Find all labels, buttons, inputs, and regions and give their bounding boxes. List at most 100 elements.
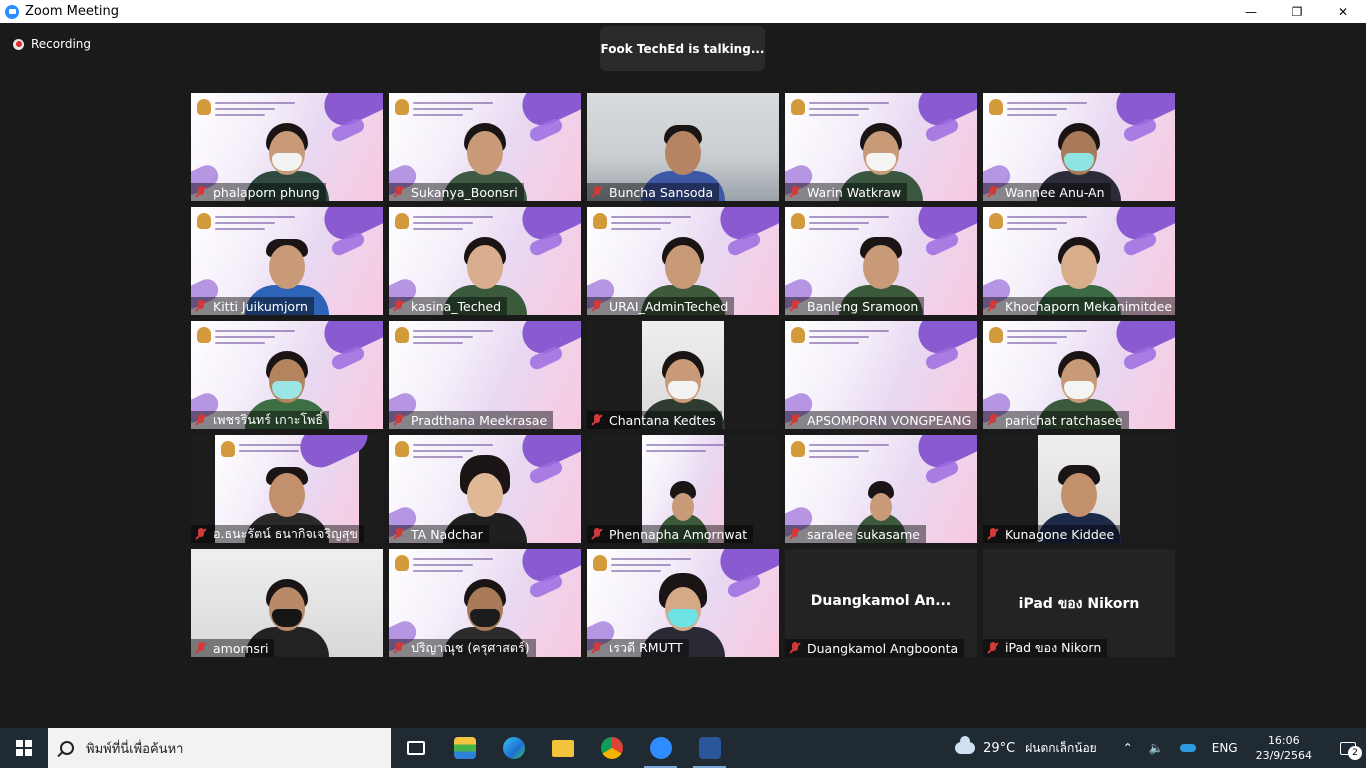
temperature: 29°C: [983, 740, 1016, 756]
participant-tile[interactable]: เพชรรินทร์ เกาะโพธิ์: [191, 321, 383, 429]
participant-tile[interactable]: Buncha Sansoda: [587, 93, 779, 201]
mic-muted-icon: [987, 414, 999, 426]
participant-name: iPad ของ Nikorn: [1005, 640, 1102, 655]
participant-name-bar: Kunagone Kiddee: [983, 525, 1121, 543]
participant-tile[interactable]: parichat ratchasee: [983, 321, 1175, 429]
clock[interactable]: 16:06 23/9/2564: [1256, 733, 1312, 763]
participant-name: Kitti Juikumjorn: [213, 298, 308, 314]
mic-muted-icon: [987, 186, 999, 198]
participant-name: URAI_AdminTeched: [609, 298, 729, 314]
participant-tile[interactable]: Duangkamol An... Duangkamol Angboonta: [785, 549, 977, 657]
participant-name: Buncha Sansoda: [609, 184, 714, 200]
close-button[interactable]: ✕: [1320, 0, 1366, 23]
notification-badge: 2: [1348, 746, 1362, 760]
mic-muted-icon: [987, 642, 999, 654]
taskbar-app-file-explorer[interactable]: [538, 728, 587, 768]
participant-tile[interactable]: Banleng Sramoon: [785, 207, 977, 315]
participant-tile[interactable]: iPad ของ Nikorn iPad ของ Nikorn: [983, 549, 1175, 657]
talking-banner: Fook TechEd is talking...: [600, 26, 765, 71]
weather-condition: ฝนตกเล็กน้อย: [1025, 740, 1097, 755]
participant-name: Sukanya_Boonsri: [411, 184, 518, 200]
participant-tile[interactable]: Wannee Anu-An: [983, 93, 1175, 201]
participant-tile[interactable]: Khochaporn Mekanimitdee: [983, 207, 1175, 315]
taskbar-app-edge[interactable]: [489, 728, 538, 768]
word-icon: [698, 737, 721, 759]
mic-muted-icon: [789, 414, 801, 426]
mic-muted-icon: [195, 414, 207, 426]
mic-muted-icon: [987, 528, 999, 540]
notification-center-button[interactable]: 2: [1330, 728, 1366, 768]
participant-tile[interactable]: Chantana Kedtes: [587, 321, 779, 429]
participant-tile[interactable]: amornsri: [191, 549, 383, 657]
taskbar-app-zoom[interactable]: [636, 728, 685, 768]
participant-name-bar: Sukanya_Boonsri: [389, 183, 524, 201]
participant-name: Banleng Sramoon: [807, 298, 919, 314]
participant-name-bar: Wannee Anu-An: [983, 183, 1111, 201]
taskbar-search[interactable]: พิมพ์ที่นี่เพื่อค้นหา: [48, 728, 391, 768]
participant-name-bar: TA Nadchar: [389, 525, 489, 543]
participant-display-name: iPad ของ Nikorn: [1018, 596, 1140, 612]
task-view-button[interactable]: [391, 728, 440, 768]
window-controls: — ❐ ✕: [1228, 0, 1366, 23]
participant-name: amornsri: [213, 640, 269, 656]
participant-tile[interactable]: Pradthana Meekrasae: [389, 321, 581, 429]
participant-tile[interactable]: URAI_AdminTeched: [587, 207, 779, 315]
participant-tile[interactable]: Sukanya_Boonsri: [389, 93, 581, 201]
taskbar-app-layers[interactable]: [440, 728, 489, 768]
participant-tile[interactable]: Kitti Juikumjorn: [191, 207, 383, 315]
participant-tile[interactable]: Phennapha Amornwat: [587, 435, 779, 543]
participant-tile[interactable]: ปริญาณุช (ครุศาสตร์): [389, 549, 581, 657]
language-indicator[interactable]: ENG: [1212, 741, 1238, 755]
participant-tile[interactable]: เรวดี RMUTT: [587, 549, 779, 657]
maximize-button[interactable]: ❐: [1274, 0, 1320, 23]
participant-name-bar: Kitti Juikumjorn: [191, 297, 314, 315]
recording-indicator[interactable]: Recording: [13, 37, 91, 51]
speaker-icon[interactable]: 🔈: [1149, 741, 1164, 755]
window-title: Zoom Meeting: [25, 4, 120, 19]
windows-logo-icon: [16, 740, 32, 756]
minimize-button[interactable]: —: [1228, 0, 1274, 23]
taskbar-app-chrome[interactable]: [587, 728, 636, 768]
weather-widget[interactable]: 29°C ฝนตกเล็กน้อย: [955, 736, 1097, 758]
participant-name: Pradthana Meekrasae: [411, 412, 548, 428]
participant-name: TA Nadchar: [411, 526, 483, 542]
participant-tile[interactable]: Warin Watkraw: [785, 93, 977, 201]
participant-name: Chantana Kedtes: [609, 412, 716, 428]
mic-muted-icon: [591, 186, 603, 198]
taskbar-app-word[interactable]: [685, 728, 734, 768]
recording-label: Recording: [31, 37, 92, 51]
participant-tile[interactable]: Kunagone Kiddee: [983, 435, 1175, 543]
participant-tile[interactable]: saralee sukasame: [785, 435, 977, 543]
recording-icon: [13, 38, 24, 50]
layers-app-icon: [453, 737, 476, 759]
gallery-grid: phalaporn phung Sukanya_Boonsri Buncha S…: [191, 93, 1175, 657]
participant-tile[interactable]: APSOMPORN VONGPEANG: [785, 321, 977, 429]
participant-tile[interactable]: อ.ธนะรัตน์ ธนากิจเจริญสุข: [191, 435, 383, 543]
participant-name-bar: Khochaporn Mekanimitdee: [983, 297, 1175, 315]
participant-name-bar: อ.ธนะรัตน์ ธนากิจเจริญสุข: [191, 525, 364, 543]
mic-muted-icon: [393, 414, 405, 426]
mic-muted-icon: [195, 642, 207, 654]
start-button[interactable]: [0, 728, 48, 768]
participant-name: saralee sukasame: [807, 526, 920, 542]
participant-tile[interactable]: phalaporn phung: [191, 93, 383, 201]
zoom-app-icon: [5, 4, 19, 19]
show-hidden-icons-button[interactable]: ⌃: [1123, 741, 1133, 755]
participant-tile[interactable]: TA Nadchar: [389, 435, 581, 543]
mic-muted-icon: [789, 186, 801, 198]
mic-muted-icon: [195, 300, 207, 312]
participant-name-bar: Warin Watkraw: [785, 183, 908, 201]
clock-time: 16:06: [1267, 734, 1300, 747]
participant-name-bar: URAI_AdminTeched: [587, 297, 735, 315]
mic-muted-icon: [393, 186, 405, 198]
windows-taskbar: พิมพ์ที่นี่เพื่อค้นหา 29°C ฝนตกเล็กน้อย …: [0, 728, 1366, 768]
edge-icon: [502, 737, 525, 759]
system-tray: 29°C ฝนตกเล็กน้อย ⌃ 🔈 ENG 16:06 23/9/256…: [955, 728, 1366, 768]
participant-name-bar: kasina_Teched: [389, 297, 508, 315]
participant-name: Duangkamol Angboonta: [807, 640, 959, 656]
onedrive-icon[interactable]: [1179, 744, 1196, 752]
participant-name-bar: เพชรรินทร์ เกาะโพธิ์: [191, 411, 330, 429]
participant-name-bar: Banleng Sramoon: [785, 297, 925, 315]
participant-tile[interactable]: kasina_Teched: [389, 207, 581, 315]
participant-name-bar: Duangkamol Angboonta: [785, 639, 965, 657]
